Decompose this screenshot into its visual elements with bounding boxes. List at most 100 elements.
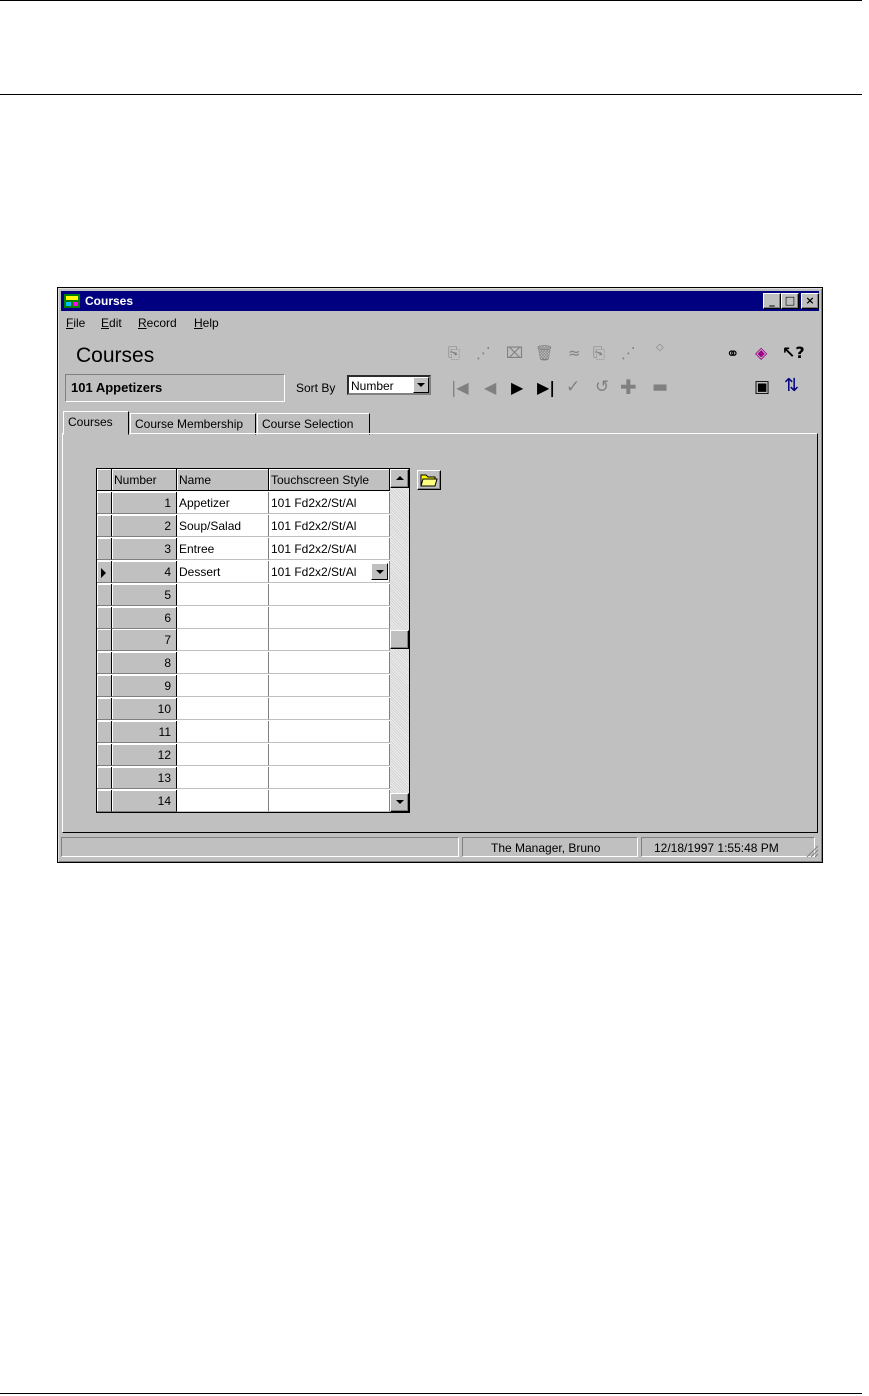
cell-name[interactable] [177, 629, 269, 651]
cell-number[interactable]: 1 [112, 492, 177, 514]
row-indicator[interactable] [97, 515, 112, 537]
cell-touchscreen-style[interactable] [269, 767, 390, 789]
cell-touchscreen-style[interactable]: 101 Fd2x2/St/Al [269, 538, 390, 560]
cell-name[interactable]: Entree [177, 538, 269, 560]
add-record-icon[interactable]: ✚ [620, 375, 637, 399]
row-indicator[interactable] [97, 492, 112, 514]
cell-name[interactable] [177, 675, 269, 697]
paste-record-icon[interactable]: ⋰ [476, 344, 491, 362]
undo-small-icon[interactable]: ◇ [656, 342, 664, 353]
maximize-button[interactable]: □ [781, 293, 799, 309]
clear-record-icon[interactable]: ⌧ [506, 344, 523, 362]
last-record-icon[interactable]: ▶| [537, 378, 555, 397]
remove-record-icon[interactable]: ▬ [652, 377, 668, 397]
cell-touchscreen-style[interactable] [269, 721, 390, 743]
cell-number[interactable]: 6 [112, 607, 177, 629]
scroll-down-button[interactable] [390, 793, 409, 812]
cell-name[interactable]: Appetizer [177, 492, 269, 514]
cell-touchscreen-style[interactable] [269, 744, 390, 766]
sort-by-select[interactable]: Number [347, 375, 431, 395]
row-indicator[interactable] [97, 698, 112, 720]
cell-name[interactable] [177, 721, 269, 743]
cell-number[interactable]: 9 [112, 675, 177, 697]
cell-name[interactable] [177, 584, 269, 606]
copy-range-icon[interactable]: ≈ [568, 344, 581, 362]
cell-touchscreen-style[interactable] [269, 629, 390, 651]
row-indicator[interactable] [97, 652, 112, 674]
tab-course-selection[interactable]: Course Selection [257, 413, 370, 435]
table-view-icon[interactable]: ⇅ [784, 375, 799, 396]
cell-name[interactable]: Soup/Salad [177, 515, 269, 537]
tab-courses[interactable]: Courses [63, 411, 129, 435]
cell-name[interactable] [177, 790, 269, 812]
cell-number[interactable]: 5 [112, 584, 177, 606]
row-indicator[interactable] [97, 584, 112, 606]
cell-touchscreen-style[interactable]: 101 Fd2x2/St/Al [269, 515, 390, 537]
cell-touchscreen-style[interactable] [269, 607, 390, 629]
style-dropdown-button[interactable] [371, 563, 388, 580]
delete-icon[interactable]: 🗑 [535, 344, 554, 362]
courses-grid[interactable]: Number Name Touchscreen Style 1 Appetizer… [96, 468, 410, 813]
cell-touchscreen-style[interactable] [269, 652, 390, 674]
cell-number[interactable]: 11 [112, 721, 177, 743]
scroll-up-button[interactable] [390, 469, 409, 488]
cell-name[interactable] [177, 767, 269, 789]
row-indicator[interactable] [97, 607, 112, 629]
scroll-thumb[interactable] [390, 630, 409, 649]
row-indicator[interactable] [97, 538, 112, 560]
title-bar[interactable]: Courses _ □ × [61, 291, 819, 311]
sort-dropdown-button[interactable] [413, 377, 429, 393]
menu-edit[interactable]: Edit [101, 316, 122, 330]
row-indicator[interactable] [97, 675, 112, 697]
apply-icon[interactable]: ✓ [566, 377, 580, 397]
cell-name[interactable] [177, 652, 269, 674]
menu-file[interactable]: File [66, 316, 85, 330]
previous-record-icon[interactable]: ◀ [484, 378, 496, 397]
column-header-number[interactable]: Number [112, 469, 177, 491]
cell-number[interactable]: 2 [112, 515, 177, 537]
cell-touchscreen-style[interactable]: 101 Fd2x2/St/Al [269, 561, 390, 583]
row-indicator[interactable] [97, 790, 112, 812]
cell-touchscreen-style[interactable] [269, 698, 390, 720]
open-folder-button[interactable] [417, 470, 441, 490]
form-view-icon[interactable]: ▣ [754, 377, 770, 397]
column-header-touchscreen-style[interactable]: Touchscreen Style [269, 469, 390, 491]
first-record-icon[interactable]: |◀ [451, 378, 469, 397]
cell-name[interactable] [177, 698, 269, 720]
row-indicator[interactable] [97, 721, 112, 743]
cell-number[interactable]: 14 [112, 790, 177, 812]
cell-number[interactable]: 12 [112, 744, 177, 766]
cell-touchscreen-style[interactable] [269, 675, 390, 697]
vertical-scrollbar[interactable] [390, 469, 409, 812]
tab-course-membership[interactable]: Course Membership [130, 413, 256, 435]
cell-number[interactable]: 3 [112, 538, 177, 560]
cell-number[interactable]: 7 [112, 629, 177, 651]
menu-record[interactable]: Record [138, 316, 177, 330]
cell-name[interactable] [177, 607, 269, 629]
cell-name[interactable] [177, 744, 269, 766]
cell-touchscreen-style[interactable] [269, 790, 390, 812]
help-book-icon[interactable]: ◈ [755, 343, 767, 362]
cancel-icon[interactable]: ↺ [595, 377, 609, 397]
context-help-icon[interactable]: ↖? [782, 343, 805, 362]
minimize-button[interactable]: _ [763, 293, 781, 309]
cell-number[interactable]: 13 [112, 767, 177, 789]
copy-record-icon[interactable]: ⎘ [448, 344, 460, 362]
menu-help[interactable]: Help [194, 316, 219, 330]
paste-range-icon[interactable]: ⎘ [593, 344, 605, 362]
row-indicator[interactable] [97, 767, 112, 789]
next-record-icon[interactable]: ▶ [511, 378, 523, 397]
cell-name[interactable]: Dessert [177, 561, 269, 583]
cut-icon[interactable]: ⋰ [621, 344, 636, 362]
row-indicator[interactable] [97, 744, 112, 766]
cell-touchscreen-style[interactable]: 101 Fd2x2/St/Al [269, 492, 390, 514]
cell-number[interactable]: 4 [112, 561, 177, 583]
close-button[interactable]: × [801, 293, 819, 309]
cell-number[interactable]: 10 [112, 698, 177, 720]
cell-touchscreen-style[interactable] [269, 584, 390, 606]
row-indicator[interactable] [97, 561, 112, 583]
cell-number[interactable]: 8 [112, 652, 177, 674]
column-header-name[interactable]: Name [177, 469, 269, 491]
find-icon[interactable]: ⚭ [726, 344, 739, 363]
resize-grip-icon[interactable] [805, 844, 819, 858]
